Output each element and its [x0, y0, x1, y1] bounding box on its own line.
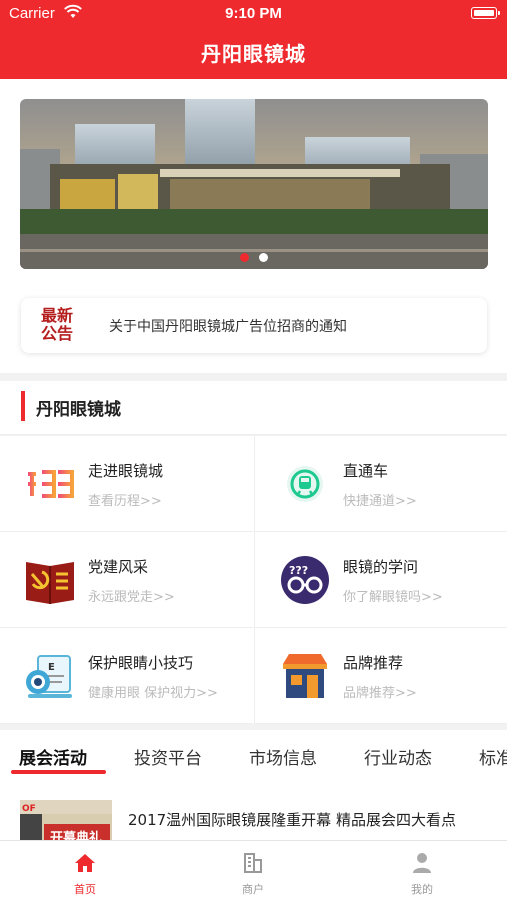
grid-item-subtitle: 查看历程>>: [88, 494, 162, 509]
bottom-tab-bar: 首页 商户 我的: [0, 840, 507, 900]
page-title: 丹阳眼镜城: [201, 42, 306, 66]
tabbar-label: 首页: [74, 883, 96, 896]
svg-text:E: E: [48, 662, 55, 673]
status-bar: Carrier 9:10 PM: [0, 0, 507, 28]
tab-industry[interactable]: 行业动态: [364, 744, 432, 769]
profile-icon: [413, 853, 431, 873]
notice-badge-line1: 最新: [40, 306, 73, 325]
section-header: 丹阳眼镜城: [0, 381, 507, 435]
tab-investment[interactable]: 投资平台: [134, 744, 202, 769]
tabbar-label: 我的: [411, 883, 433, 896]
svg-text:OF: OF: [22, 804, 36, 814]
news-thumbnail: OF 开幕典礼: [20, 800, 112, 840]
home-icon: [75, 854, 95, 872]
news-thumbnail-caption: 开幕典礼: [50, 830, 102, 840]
section-accent-bar: [21, 391, 25, 421]
tabbar-profile[interactable]: 我的: [372, 851, 472, 897]
category-tabs: 展会活动 投资平台 市场信息 行业动态 标准: [0, 730, 507, 780]
battery-icon: [471, 7, 500, 19]
glasses-question-icon: ???: [281, 556, 329, 604]
history-logo-icon: [28, 470, 74, 498]
grid-item-subtitle: 永远跟党走>>: [88, 590, 175, 605]
carousel-indicator: [0, 247, 507, 266]
notice-badge-line2: 公告: [40, 324, 73, 343]
grid-item-eye-care[interactable]: E 保护眼睛小技巧 健康用眼 保护视力>>: [0, 628, 253, 724]
eye-care-icon: E: [26, 655, 72, 698]
section-title: 丹阳眼镜城: [36, 400, 121, 420]
news-list-item[interactable]: OF 开幕典礼 2017温州国际眼镜展隆重开幕 精品展会四大看点: [0, 780, 507, 840]
notice-card[interactable]: 最新 公告 关于中国丹阳眼镜城广告位招商的通知: [21, 298, 487, 353]
news-headline[interactable]: 2017温州国际眼镜展隆重开幕 精品展会四大看点: [128, 808, 478, 832]
tabbar-merchant[interactable]: 商户: [203, 851, 303, 897]
feature-grid: 走进眼镜城 查看历程>> 直通车 快捷通道>> 党建风采 永远跟党走>> ???: [0, 436, 507, 724]
tab-exhibition[interactable]: 展会活动: [19, 744, 87, 769]
grid-item-express[interactable]: 直通车 快捷通道>>: [254, 436, 507, 532]
top-header: Carrier 9:10 PM 丹阳眼镜城: [0, 0, 507, 79]
grid-item-title: 党建风采: [88, 558, 149, 576]
grid-item-subtitle: 品牌推荐>>: [343, 686, 417, 701]
notice-badge: 最新 公告: [38, 307, 76, 345]
grid-item-party[interactable]: 党建风采 永远跟党走>>: [0, 532, 253, 628]
grid-item-history[interactable]: 走进眼镜城 查看历程>>: [0, 436, 253, 532]
grid-item-brands[interactable]: 品牌推荐 品牌推荐>>: [254, 628, 507, 724]
express-train-icon: [287, 466, 323, 502]
grid-item-title: 保护眼睛小技巧: [88, 654, 194, 672]
grid-item-title: 走进眼镜城: [88, 462, 164, 480]
banner-image: [20, 99, 488, 269]
merchant-icon: [244, 853, 262, 873]
svg-text:???: ???: [289, 564, 308, 577]
grid-item-title: 直通车: [343, 462, 389, 480]
grid-item-subtitle: 快捷通道>>: [343, 494, 417, 509]
grid-item-subtitle: 你了解眼镜吗>>: [343, 590, 443, 605]
banner-carousel[interactable]: [20, 99, 488, 269]
grid-item-glasses-knowledge[interactable]: ??? 眼镜的学问 你了解眼镜吗>>: [254, 532, 507, 628]
tabbar-home[interactable]: 首页: [35, 851, 135, 897]
shop-icon: [283, 654, 327, 698]
tab-standards[interactable]: 标准: [479, 744, 507, 769]
clock: 9:10 PM: [225, 5, 282, 22]
grid-item-subtitle: 健康用眼 保护视力>>: [88, 686, 218, 701]
grid-item-title: 品牌推荐: [343, 654, 404, 672]
carousel-dot-1[interactable]: [239, 253, 249, 262]
carousel-dot-2[interactable]: [258, 253, 268, 262]
grid-item-title: 眼镜的学问: [343, 558, 419, 576]
tab-market[interactable]: 市场信息: [249, 744, 317, 769]
notice-text[interactable]: 关于中国丹阳眼镜城广告位招商的通知: [109, 316, 347, 336]
tab-active-indicator: [11, 770, 106, 774]
party-building-icon: [26, 562, 74, 604]
tabbar-label: 商户: [242, 883, 264, 896]
